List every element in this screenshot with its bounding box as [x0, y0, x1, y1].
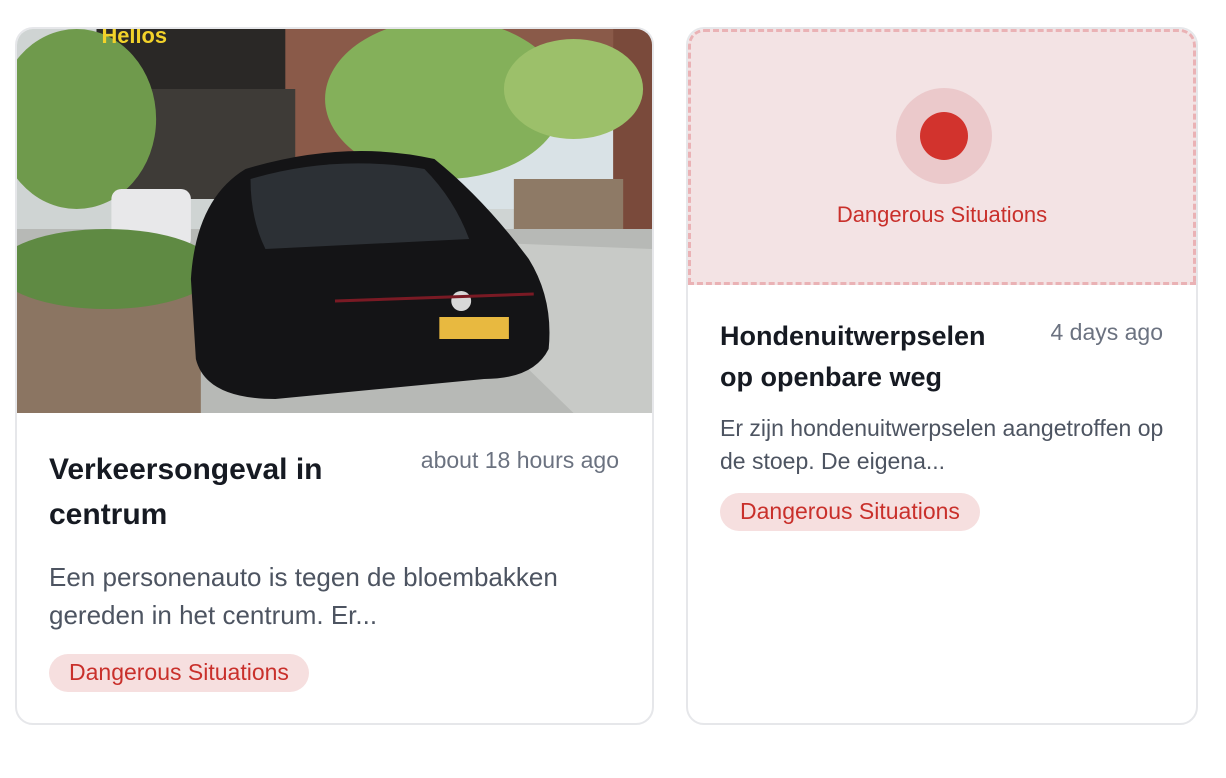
category-badge: Dangerous Situations: [720, 493, 980, 531]
report-title[interactable]: Verkeersongeval in centrum: [49, 447, 379, 537]
danger-dot-icon: [896, 88, 992, 184]
sign-text: Hellos: [101, 29, 167, 48]
report-photo: Hellos: [17, 29, 652, 413]
report-card[interactable]: Dangerous Situations Hondenuitwerpselen …: [686, 27, 1198, 725]
report-description: Een personenauto is tegen de bloembakken…: [49, 562, 558, 630]
report-description: Er zijn hondenuitwerpselen aangetroffen …: [720, 415, 1164, 474]
report-title[interactable]: Hondenuitwerpselen op openbare weg: [720, 316, 1020, 397]
placeholder-category-label: Dangerous Situations: [836, 202, 1048, 227]
category-badge: Dangerous Situations: [49, 654, 309, 692]
report-time: 4 days ago: [1050, 319, 1163, 345]
report-card[interactable]: Hellos Verkeersongeval in centrum about …: [15, 27, 654, 725]
image-placeholder: Dangerous Situations: [688, 29, 1196, 285]
report-time: about 18 hours ago: [420, 447, 619, 473]
